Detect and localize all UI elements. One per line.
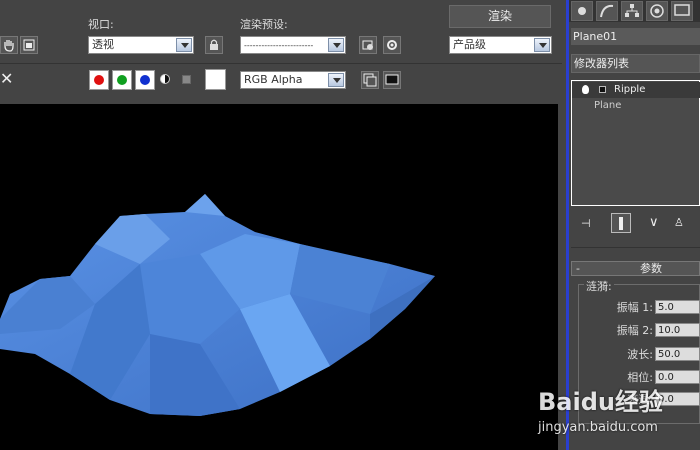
make-unique-icon[interactable]: ∨	[649, 215, 659, 230]
alpha-toggle-icon[interactable]	[160, 74, 170, 84]
remove-modifier-icon[interactable]: ♙	[674, 216, 684, 229]
tab-motion[interactable]	[646, 1, 668, 21]
render-preset-label: 渲染预设:	[240, 18, 288, 31]
clone-window-button[interactable]	[361, 71, 379, 89]
hierarchy-icon	[625, 4, 639, 17]
rollout-title: 参数	[640, 262, 662, 275]
tab-create[interactable]	[571, 1, 593, 21]
red-channel-toggle[interactable]	[89, 70, 109, 90]
lightbulb-icon[interactable]	[582, 85, 589, 94]
param-value-field[interactable]: 50.0	[655, 347, 700, 361]
stack-item-ripple[interactable]: Ripple	[572, 82, 700, 98]
viewport-label: 视口:	[88, 18, 114, 31]
command-panel-tabs	[569, 0, 700, 22]
param-label: 振幅 1:	[616, 301, 653, 314]
param-row-amplitude2: 振幅 2: 10.0	[0, 323, 700, 338]
stack-item-plane[interactable]: Plane	[572, 98, 700, 114]
stack-item-label: Plane	[594, 100, 622, 111]
tab-modify[interactable]	[596, 1, 618, 21]
region-icon	[23, 39, 35, 51]
motion-icon	[650, 4, 664, 18]
hand-icon	[4, 40, 14, 52]
param-value-field[interactable]: 5.0	[655, 300, 700, 314]
pan-hand-button[interactable]	[0, 36, 18, 54]
baidu-watermark: Baidu经验 jingyan.baidu.com	[538, 380, 700, 450]
chevron-down-icon	[328, 73, 344, 87]
lock-viewport-button[interactable]	[205, 36, 223, 54]
param-label: 波长:	[627, 348, 653, 361]
pin-stack-icon[interactable]: ⊣	[581, 217, 591, 230]
lock-icon	[210, 39, 218, 50]
display-icon	[674, 4, 690, 16]
color-swatch[interactable]	[205, 69, 226, 90]
monitor-icon	[385, 74, 399, 85]
mono-toggle-icon[interactable]	[182, 75, 191, 84]
channel-value: RGB Alpha	[244, 73, 303, 86]
chevron-down-icon	[328, 38, 344, 52]
environment-button[interactable]	[383, 36, 401, 54]
render-preset-value: ------------------------	[244, 41, 314, 50]
tab-hierarchy[interactable]	[621, 1, 643, 21]
rollout-toggle: -	[576, 262, 580, 275]
clone-icon	[363, 73, 377, 87]
viewport-dropdown[interactable]: 透视	[88, 36, 194, 54]
green-dot-icon	[117, 75, 127, 85]
modifier-stack[interactable]: Ripple Plane	[571, 80, 700, 206]
param-value-field[interactable]: 10.0	[655, 323, 700, 337]
modifier-list-dropdown[interactable]: 修改器列表	[571, 54, 700, 73]
curve-icon	[600, 4, 614, 18]
viewport-dropdown-value: 透视	[92, 38, 114, 51]
render-setup-button[interactable]	[359, 36, 377, 54]
stack-toolbar: ⊣ ∨ ♙	[571, 212, 700, 236]
chevron-down-icon	[534, 38, 550, 52]
watermark-url: jingyan.baidu.com	[538, 420, 658, 435]
close-icon[interactable]: ✕	[0, 70, 13, 88]
expand-icon[interactable]	[599, 86, 606, 93]
channel-dropdown[interactable]: RGB Alpha	[240, 71, 346, 89]
show-end-result-icon[interactable]	[611, 213, 631, 233]
display-button[interactable]	[383, 71, 401, 89]
green-channel-toggle[interactable]	[112, 70, 132, 90]
gear-icon	[387, 40, 397, 50]
tab-display[interactable]	[671, 1, 693, 21]
sun-icon	[578, 7, 586, 15]
param-label: 振幅 2:	[616, 324, 653, 337]
region-button[interactable]	[20, 36, 38, 54]
parameters-rollout-header[interactable]: - 参数	[571, 261, 700, 276]
param-row-wavelength: 波长: 50.0	[0, 347, 700, 362]
panel-divider	[571, 247, 700, 248]
teapot-icon	[362, 40, 373, 50]
quality-dropdown[interactable]: 产品级	[449, 36, 552, 54]
quality-value: 产品级	[453, 38, 486, 51]
param-row-amplitude1: 振幅 1: 5.0	[0, 300, 700, 315]
render-preset-dropdown[interactable]: ------------------------	[240, 36, 346, 54]
blue-dot-icon	[140, 75, 150, 85]
chevron-down-icon	[176, 38, 192, 52]
stack-item-label: Ripple	[614, 84, 646, 95]
blue-channel-toggle[interactable]	[135, 70, 155, 90]
render-button[interactable]: 渲染	[449, 5, 551, 28]
group-title: 涟漪:	[584, 278, 614, 294]
toolbar-divider	[0, 63, 562, 64]
object-name-field[interactable]: Plane01	[571, 28, 700, 45]
watermark-brand: Baidu经验	[538, 388, 663, 416]
red-dot-icon	[94, 75, 104, 85]
